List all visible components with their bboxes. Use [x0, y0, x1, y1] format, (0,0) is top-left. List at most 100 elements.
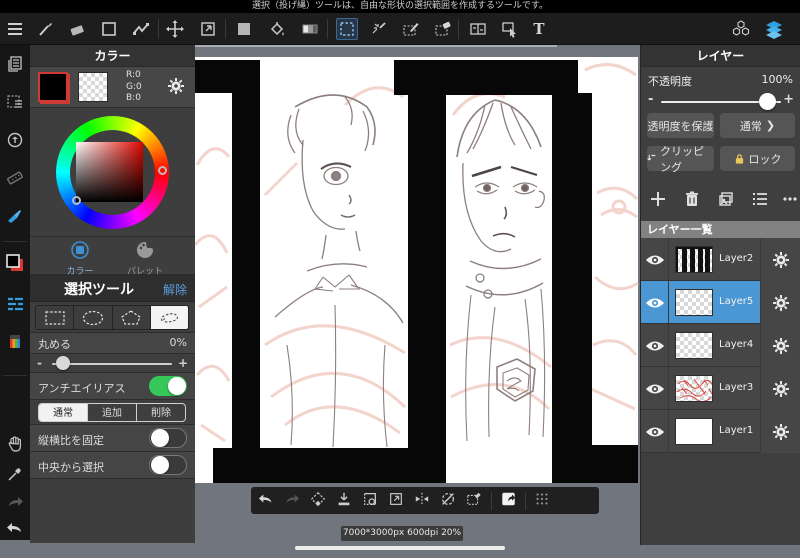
select-pen-tool-icon[interactable] [400, 18, 422, 40]
eraser-tool-icon[interactable] [66, 18, 88, 40]
fill-swatch-icon[interactable] [233, 18, 255, 40]
flip-horizontal-icon[interactable] [413, 491, 431, 511]
mode-add-button[interactable]: 追加 [88, 404, 137, 421]
round-minus[interactable]: - [37, 356, 42, 370]
redo-icon[interactable] [4, 491, 26, 513]
opacity-slider-knob[interactable] [759, 93, 776, 110]
layer-row-layer2[interactable]: Layer2 [641, 238, 800, 281]
layer-settings-gear-icon[interactable] [760, 324, 800, 367]
hand-tool-icon[interactable] [4, 433, 26, 455]
rgb-readout: R:0 G:0 B:0 [126, 70, 142, 105]
pages-icon[interactable] [4, 53, 26, 75]
layer-row-layer3[interactable]: Layer3 [641, 367, 800, 410]
round-slider-knob[interactable] [56, 356, 70, 370]
layer-settings-gear-icon[interactable] [760, 410, 800, 453]
sv-selector-dot[interactable] [72, 196, 81, 205]
canvas-area[interactable]: 7000*3000px 600dpi 20% [195, 45, 640, 558]
visibility-eye-icon[interactable] [641, 281, 669, 324]
sidebar-divider [3, 241, 27, 242]
rotate-disabled-icon[interactable] [439, 491, 457, 511]
layer-list-options-icon[interactable] [751, 190, 769, 212]
round-plus[interactable]: + [178, 356, 188, 370]
selection-clear-link[interactable]: 解除 [163, 281, 187, 298]
undo-icon[interactable] [257, 491, 275, 511]
magic-wand-tool-icon[interactable] [368, 18, 390, 40]
saturation-value-square[interactable] [76, 142, 143, 202]
select-tool-icon-active[interactable] [336, 18, 358, 40]
eyedropper-icon[interactable] [4, 463, 26, 485]
menu-icon[interactable] [4, 18, 26, 40]
deselect-icon[interactable] [465, 491, 483, 511]
duplicate-layer-icon[interactable] [717, 190, 735, 212]
opacity-minus[interactable]: - [648, 92, 653, 107]
color-wheel[interactable] [30, 108, 195, 237]
visibility-eye-icon[interactable] [641, 410, 669, 453]
bucket-tool-icon[interactable] [266, 18, 288, 40]
drag-handle-grid-icon[interactable] [534, 491, 550, 511]
transform-selection-icon[interactable] [309, 491, 327, 511]
select-ellipse-button[interactable] [74, 306, 113, 329]
select-menu-icon[interactable] [4, 91, 26, 113]
split-view-icon[interactable] [467, 18, 489, 40]
transform-tool-icon[interactable] [197, 18, 219, 40]
shape-tool-icon[interactable] [98, 18, 120, 40]
layers-panel-icon[interactable] [763, 18, 785, 40]
material-panel-icon[interactable] [500, 491, 517, 511]
from-center-toggle-off[interactable] [149, 455, 187, 475]
toolbar-divider [458, 19, 459, 39]
transparent-color-swatch[interactable] [78, 72, 108, 102]
select-rectangle-button[interactable] [36, 306, 75, 329]
color-settings-gear-icon[interactable] [167, 77, 185, 99]
active-colors-swatch[interactable] [4, 252, 26, 274]
reset-rotation-icon[interactable] [4, 129, 26, 151]
protect-alpha-button[interactable]: 透明度を保護 [647, 113, 714, 138]
canvas-horizontal-scrollbar[interactable] [295, 546, 505, 550]
layer-settings-gear-icon[interactable] [760, 367, 800, 410]
mode-normal-button[interactable]: 通常 [39, 404, 88, 421]
round-slider-track[interactable] [52, 363, 172, 365]
visibility-eye-icon[interactable] [641, 324, 669, 367]
select-lasso-button-active[interactable] [150, 306, 188, 329]
text-tool-icon[interactable]: T [528, 18, 550, 40]
crop-selection-icon[interactable] [361, 491, 379, 511]
clipping-button[interactable]: クリッピング [647, 145, 714, 174]
layer-row-layer1[interactable]: Layer1 [641, 410, 800, 453]
materials-icon[interactable] [730, 18, 752, 40]
gradient-tool-icon[interactable] [299, 18, 321, 40]
move-tool-icon[interactable] [164, 18, 186, 40]
visibility-eye-icon[interactable] [641, 367, 669, 410]
layer-row-layer5-selected[interactable]: Layer5 [641, 281, 800, 324]
mode-delete-button[interactable]: 削除 [137, 404, 185, 421]
more-options-icon[interactable] [781, 190, 799, 212]
visibility-eye-icon[interactable] [641, 238, 669, 281]
select-polygon-button[interactable] [112, 306, 151, 329]
foreground-color-swatch[interactable] [38, 72, 68, 102]
layer-row-layer4[interactable]: Layer4 [641, 324, 800, 367]
antialias-toggle-on[interactable] [149, 376, 187, 396]
redo-icon[interactable] [283, 491, 301, 511]
tab-color[interactable]: カラー [45, 240, 115, 277]
layer-settings-gear-icon[interactable] [760, 281, 800, 324]
save-download-icon[interactable] [335, 491, 353, 511]
rgb-g: G:0 [126, 81, 142, 92]
layer-settings-gear-icon[interactable] [760, 238, 800, 281]
control-point-tool-icon[interactable] [130, 18, 152, 40]
expand-transform-icon[interactable] [387, 491, 405, 511]
undo-icon[interactable] [4, 517, 26, 539]
palette-colors-icon[interactable] [4, 331, 26, 353]
hue-selector-dot[interactable] [158, 166, 167, 175]
ruler-icon[interactable] [4, 167, 26, 189]
tab-palette[interactable]: パレット [110, 240, 180, 277]
fixed-ratio-toggle-off[interactable] [149, 428, 187, 448]
select-cursor-icon[interactable] [499, 18, 521, 40]
material-brush-icon[interactable] [4, 205, 26, 227]
brush-tool-icon[interactable] [34, 18, 56, 40]
add-layer-icon[interactable] [649, 190, 667, 212]
opacity-plus[interactable]: + [783, 92, 794, 107]
blend-mode-button[interactable]: 通常 ❯ [720, 113, 795, 138]
delete-layer-icon[interactable] [683, 190, 701, 212]
lock-button[interactable]: ロック [720, 146, 795, 171]
layer-actions-row [641, 189, 800, 213]
select-eraser-tool-icon[interactable] [432, 18, 454, 40]
layer-list-panel-icon[interactable] [4, 293, 26, 315]
